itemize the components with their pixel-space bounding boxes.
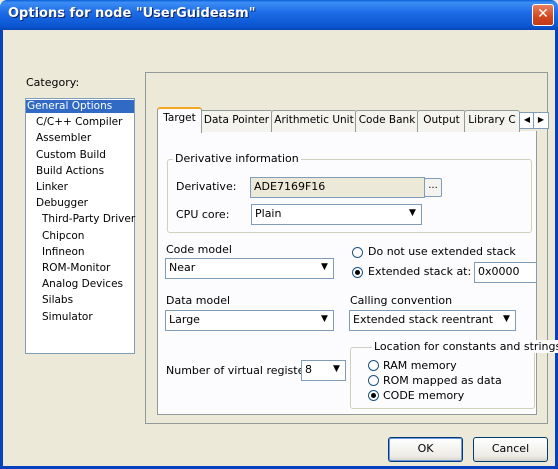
tab-output[interactable]: Output: [417, 110, 466, 132]
category-item[interactable]: Debugger: [26, 197, 134, 210]
chevron-down-icon: ▼: [405, 206, 420, 221]
rom-mapped-label: ROM mapped as data: [383, 374, 502, 387]
data-model-label: Data model: [166, 294, 231, 307]
ok-button[interactable]: OK: [388, 437, 463, 462]
tab-code-bank[interactable]: Code Bank: [355, 110, 419, 132]
category-item[interactable]: Silabs: [26, 294, 134, 307]
category-item[interactable]: General Options: [26, 100, 134, 113]
derivative-info-legend: Derivative information: [173, 152, 301, 165]
category-item[interactable]: Infineon: [26, 246, 134, 259]
category-list[interactable]: General Options C/C++ Compiler Assembler Cu…: [25, 98, 135, 354]
category-item[interactable]: ROM-Monitor: [26, 262, 134, 275]
no-extended-stack-radio[interactable]: [352, 247, 363, 258]
tab-data-pointer[interactable]: Data Pointer: [200, 110, 273, 132]
close-button[interactable]: ✕: [532, 4, 554, 26]
code-model-label: Code model: [166, 243, 232, 256]
cpu-core-label: CPU core:: [176, 208, 230, 221]
chevron-down-icon: ▼: [499, 312, 514, 327]
category-item[interactable]: Linker: [26, 181, 134, 194]
category-item[interactable]: Custom Build: [26, 149, 134, 162]
calling-convention-value: Extended stack reentrant: [353, 313, 494, 326]
tab-arithmetic-unit[interactable]: Arithmetic Unit: [271, 110, 357, 132]
ram-memory-label: RAM memory: [383, 359, 457, 372]
tab-target[interactable]: Target: [157, 107, 202, 133]
data-model-value: Large: [169, 313, 200, 326]
no-extended-stack-label: Do not use extended stack: [368, 245, 516, 258]
extended-stack-address-input[interactable]: 0x0000: [474, 262, 537, 283]
cancel-button[interactable]: Cancel: [473, 437, 548, 462]
derivative-label: Derivative:: [176, 180, 237, 193]
code-model-value: Near: [169, 261, 196, 274]
calling-convention-label: Calling convention: [350, 294, 453, 307]
derivative-field[interactable]: ADE7169F16: [250, 177, 425, 198]
chevron-down-icon: ▼: [317, 260, 332, 275]
code-model-select[interactable]: Near ▼: [165, 258, 334, 279]
category-item[interactable]: Simulator: [26, 311, 134, 324]
category-item[interactable]: Third-Party Driver: [26, 213, 135, 226]
virtual-registers-select[interactable]: 8 ▼: [301, 360, 346, 381]
virtual-registers-value: 8: [305, 363, 312, 376]
code-memory-radio[interactable]: [368, 390, 379, 401]
window-title: Options for node "UserGuideasm": [8, 6, 256, 21]
category-item[interactable]: Analog Devices: [26, 278, 134, 291]
tab-library-config[interactable]: Library C: [464, 110, 520, 132]
virtual-registers-label: Number of virtual registers:: [166, 364, 319, 377]
ram-memory-radio[interactable]: [368, 360, 379, 371]
extended-stack-radio[interactable]: [352, 267, 363, 278]
derivative-browse-button[interactable]: ...: [424, 178, 442, 197]
category-label: Category:: [26, 76, 80, 89]
code-memory-label: CODE memory: [383, 389, 465, 402]
chevron-down-icon: ▼: [329, 362, 344, 377]
category-item[interactable]: Chipcon: [26, 230, 134, 243]
data-model-select[interactable]: Large ▼: [165, 310, 334, 331]
chevron-down-icon: ▼: [317, 312, 332, 327]
cpu-core-select[interactable]: Plain ▼: [251, 204, 422, 225]
category-item[interactable]: C/C++ Compiler: [26, 116, 134, 129]
extended-stack-label: Extended stack at:: [368, 265, 472, 278]
calling-convention-select[interactable]: Extended stack reentrant ▼: [349, 310, 516, 331]
window-frame-left: [0, 30, 3, 469]
category-item[interactable]: Assembler: [26, 132, 134, 145]
rom-mapped-radio[interactable]: [368, 375, 379, 386]
location-legend: Location for constants and strings: [372, 340, 558, 353]
category-item[interactable]: Build Actions: [26, 165, 134, 178]
cpu-core-value: Plain: [255, 207, 282, 220]
tab-scroll-right-icon[interactable]: ▶: [533, 112, 549, 129]
